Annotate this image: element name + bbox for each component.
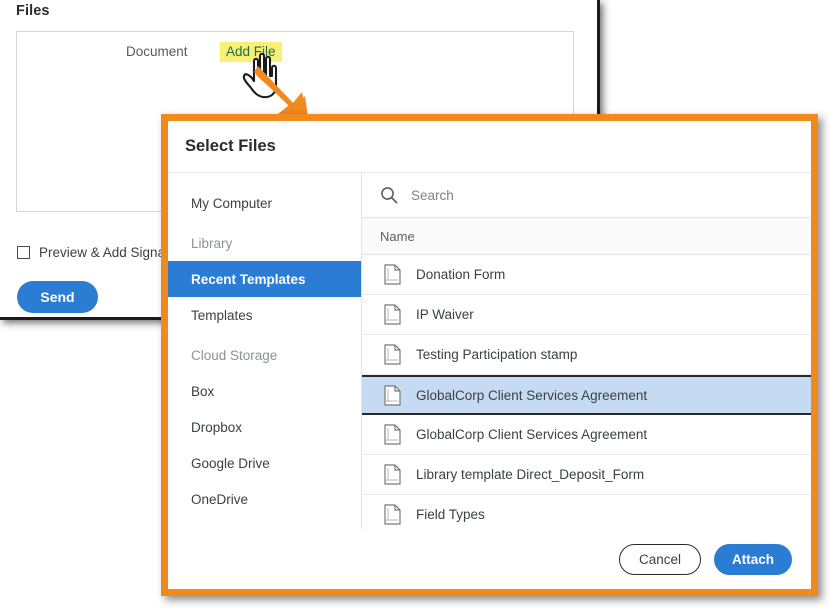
- file-pane: Name Donation Form: [362, 173, 811, 529]
- select-files-dialog: Select Files My Computer Library Recent …: [161, 114, 818, 596]
- search-input[interactable]: [409, 187, 713, 204]
- file-row-library-template-direct-deposit-form[interactable]: Library template Direct_Deposit_Form: [362, 455, 811, 495]
- document-icon: [384, 344, 401, 365]
- document-icon: [384, 504, 401, 525]
- document-label: Document: [126, 44, 188, 59]
- dialog-inner: Select Files My Computer Library Recent …: [168, 121, 811, 589]
- sidebar-item-recent-templates[interactable]: Recent Templates: [168, 261, 361, 297]
- preview-and-add-signature-row[interactable]: Preview & Add Signa: [17, 245, 165, 260]
- sidebar-item-my-computer[interactable]: My Computer: [168, 185, 361, 221]
- dialog-title: Select Files: [185, 137, 276, 156]
- file-list-column-header: Name: [362, 218, 811, 255]
- document-icon: [384, 424, 401, 445]
- preview-add-signature-checkbox[interactable]: [17, 246, 30, 259]
- file-list: Donation Form IP Waiver: [362, 255, 811, 529]
- search-icon: [380, 186, 398, 204]
- dialog-title-bar: Select Files: [168, 121, 811, 173]
- add-file-link[interactable]: Add File: [220, 42, 282, 62]
- cancel-button[interactable]: Cancel: [619, 544, 701, 575]
- file-row-ip-waiver[interactable]: IP Waiver: [362, 295, 811, 335]
- file-row-globalcorp-client-services-agreement[interactable]: GlobalCorp Client Services Agreement: [362, 415, 811, 455]
- sidebar-section-cloud-storage: Cloud Storage: [168, 337, 361, 373]
- sidebar-item-templates[interactable]: Templates: [168, 297, 361, 333]
- document-icon: [384, 385, 401, 406]
- file-name: Donation Form: [416, 267, 505, 282]
- file-row-donation-form[interactable]: Donation Form: [362, 255, 811, 295]
- send-button[interactable]: Send: [17, 281, 98, 313]
- files-section-heading: Files: [16, 3, 50, 19]
- document-icon: [384, 264, 401, 285]
- attach-button[interactable]: Attach: [714, 544, 792, 575]
- file-name: IP Waiver: [416, 307, 474, 322]
- document-icon: [384, 304, 401, 325]
- file-name: GlobalCorp Client Services Agreement: [416, 427, 647, 442]
- file-name: Testing Participation stamp: [416, 347, 577, 362]
- search-bar: [362, 173, 811, 218]
- dialog-footer: Cancel Attach: [168, 529, 811, 589]
- sidebar-section-library: Library: [168, 225, 361, 261]
- sidebar-item-dropbox[interactable]: Dropbox: [168, 409, 361, 445]
- dialog-body: My Computer Library Recent Templates Tem…: [168, 173, 811, 529]
- column-header-name: Name: [370, 229, 415, 244]
- sidebar-item-google-drive[interactable]: Google Drive: [168, 445, 361, 481]
- file-name: GlobalCorp Client Services Agreement: [416, 388, 647, 403]
- dialog-sidebar: My Computer Library Recent Templates Tem…: [168, 173, 362, 529]
- preview-add-signature-label: Preview & Add Signa: [39, 245, 165, 260]
- file-row-testing-participation-stamp[interactable]: Testing Participation stamp: [362, 335, 811, 375]
- sidebar-item-box[interactable]: Box: [168, 373, 361, 409]
- file-row-field-types[interactable]: Field Types: [362, 495, 811, 529]
- file-name: Field Types: [416, 507, 485, 522]
- file-name: Library template Direct_Deposit_Form: [416, 467, 644, 482]
- sidebar-item-onedrive[interactable]: OneDrive: [168, 481, 361, 517]
- file-row-globalcorp-client-services-agreement-selected[interactable]: GlobalCorp Client Services Agreement: [362, 375, 811, 415]
- document-icon: [384, 464, 401, 485]
